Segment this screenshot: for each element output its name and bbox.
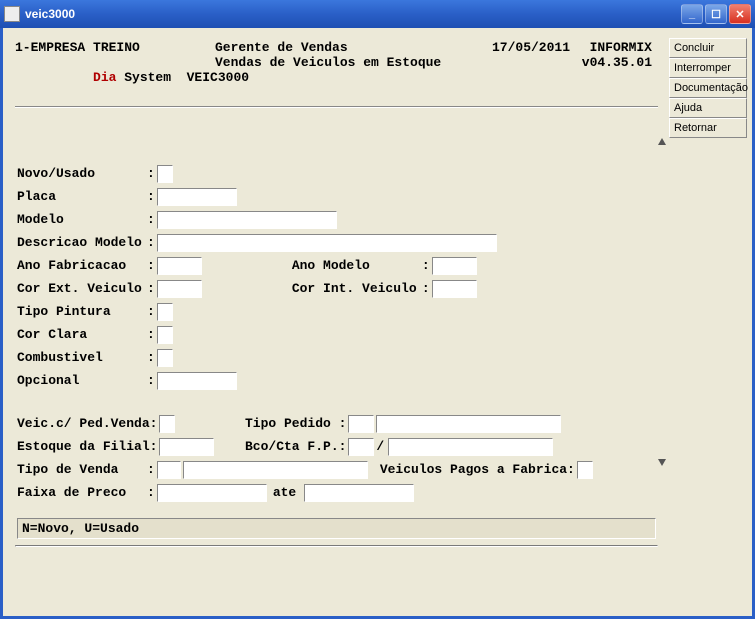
concluir-button[interactable]: Concluir [669,38,747,58]
form-area: Novo/Usado : Placa : Modelo : Descricao … [9,112,664,514]
ate-label: ate [267,485,302,500]
company-label: 1-EMPRESA TREINO [15,40,215,55]
minimize-button[interactable]: _ [681,4,703,24]
placa-label: Placa [17,189,147,204]
tipo-venda-field-a[interactable] [157,461,181,479]
tipo-venda-label: Tipo de Venda [17,462,147,477]
role-label: Gerente de Vendas [215,40,475,55]
ajuda-button[interactable]: Ajuda [669,98,747,118]
descricao-modelo-label: Descricao Modelo [17,235,147,250]
veic-pagos-field[interactable] [577,461,593,479]
ano-modelo-label: Ano Modelo [292,258,422,273]
cor-ext-label: Cor Ext. Veiculo [17,281,147,296]
estoque-filial-field[interactable] [159,438,214,456]
veic-ped-venda-label: Veic.c/ Ped.Venda: [17,416,157,431]
bco-cta-label: Bco/Cta F.P.: [245,439,346,454]
db-label: INFORMIX [570,40,658,55]
tipo-pedido-field-b[interactable] [376,415,561,433]
tipo-pedido-field-a[interactable] [348,415,374,433]
retornar-button[interactable]: Retornar [669,118,747,138]
slash-separator: / [374,439,386,454]
ano-fabricacao-field[interactable] [157,257,202,275]
cor-int-field[interactable] [432,280,477,298]
maximize-button[interactable]: ☐ [705,4,727,24]
window-title: veic3000 [25,7,681,21]
modelo-field[interactable] [157,211,337,229]
subtitle-label: Vendas de Veiculos em Estoque [215,55,475,100]
opcional-field[interactable] [157,372,237,390]
faixa-preco-label: Faixa de Preco [17,485,147,500]
status-bar: N=Novo, U=Usado [17,518,656,539]
header: 1-EMPRESA TREINO Gerente de Vendas 17/05… [9,34,664,102]
ano-modelo-field[interactable] [432,257,477,275]
app-icon [4,6,20,22]
ano-fabricacao-label: Ano Fabricacao [17,258,147,273]
tipo-pintura-label: Tipo Pintura [17,304,147,319]
dia-label: Dia [93,70,116,85]
novo-usado-field[interactable] [157,165,173,183]
date-label: 17/05/2011 [475,40,570,55]
documentacao-button[interactable]: Documentação [669,78,747,98]
bottom-separator [15,545,658,547]
faixa-ate-field[interactable] [304,484,414,502]
veic-pagos-label: Veiculos Pagos a Fabrica: [380,462,575,477]
bco-field[interactable] [348,438,374,456]
faixa-de-field[interactable] [157,484,267,502]
cor-clara-field[interactable] [157,326,173,344]
opcional-label: Opcional [17,373,147,388]
descricao-modelo-field[interactable] [157,234,497,252]
tipo-pedido-label: Tipo Pedido : [245,416,346,431]
veic-ped-venda-field[interactable] [159,415,175,433]
version-label: v04.35.01 [570,55,658,100]
combustivel-label: Combustivel [17,350,147,365]
novo-usado-label: Novo/Usado [17,166,147,181]
tipo-pintura-field[interactable] [157,303,173,321]
estoque-filial-label: Estoque da Filial: [17,439,157,454]
interromper-button[interactable]: Interromper [669,58,747,78]
cta-field[interactable] [388,438,553,456]
title-bar: veic3000 _ ☐ ✕ [0,0,755,28]
cor-clara-label: Cor Clara [17,327,147,342]
cor-int-label: Cor Int. Veiculo [292,281,422,296]
tipo-venda-field-b[interactable] [183,461,368,479]
separator [15,106,658,108]
combustivel-field[interactable] [157,349,173,367]
cor-ext-field[interactable] [157,280,202,298]
placa-field[interactable] [157,188,237,206]
action-sidebar: Concluir Interromper Documentação Ajuda … [669,38,747,138]
modelo-label: Modelo [17,212,147,227]
close-button[interactable]: ✕ [729,4,751,24]
